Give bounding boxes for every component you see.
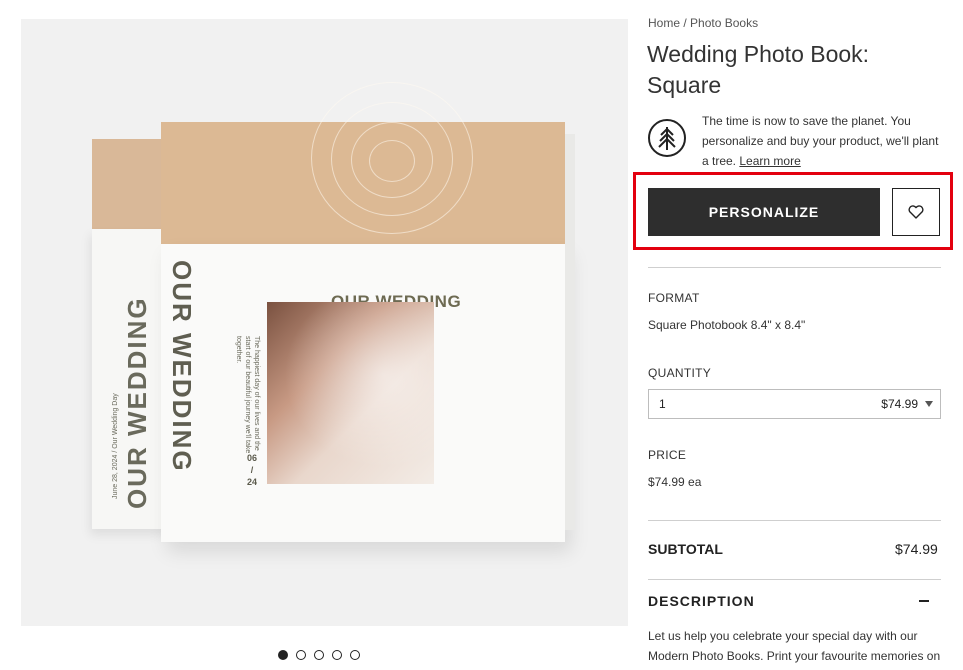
- carousel-dot-5[interactable]: [350, 650, 360, 660]
- cover-caption: The happiest day of our lives and the st…: [235, 336, 260, 454]
- product-image[interactable]: OUR WEDDING June 28, 2024 / Our Wedding …: [21, 19, 628, 626]
- quantity-price: $74.99: [881, 397, 918, 411]
- price-value: $74.99 ea: [648, 475, 702, 489]
- divider: [648, 520, 941, 521]
- eco-message: The time is now to save the planet. You …: [702, 111, 942, 171]
- couple-photo: [267, 302, 434, 484]
- carousel-dot-1[interactable]: [278, 650, 288, 660]
- subtotal-label: SUBTOTAL: [648, 541, 723, 557]
- quantity-select[interactable]: 1 $74.99: [648, 389, 941, 419]
- cover-spine-title: OUR WEDDING: [167, 260, 197, 473]
- main-book: OUR WEDDING OUR WEDDING The happiest day…: [161, 82, 575, 542]
- format-label: FORMAT: [648, 291, 700, 305]
- wood-texture: [161, 82, 565, 244]
- breadcrumb: Home / Photo Books: [648, 16, 758, 30]
- description-toggle[interactable]: DESCRIPTION: [648, 593, 755, 609]
- spine-subtitle: June 28, 2024 / Our Wedding Day: [112, 393, 119, 499]
- divider: [648, 267, 941, 268]
- format-value: Square Photobook 8.4" x 8.4": [648, 318, 806, 332]
- chevron-down-icon: [925, 401, 933, 407]
- quantity-value: 1: [659, 397, 666, 411]
- learn-more-link[interactable]: Learn more: [739, 154, 800, 168]
- divider: [648, 579, 941, 580]
- carousel-dot-4[interactable]: [332, 650, 342, 660]
- personalize-button[interactable]: PERSONALIZE: [648, 188, 880, 236]
- cover-date: 06 / 24: [246, 453, 257, 487]
- price-label: PRICE: [648, 448, 687, 462]
- spine-title: OUR WEDDING: [122, 296, 152, 509]
- breadcrumb-separator: /: [683, 16, 687, 30]
- eco-text: The time is now to save the planet. You …: [702, 114, 939, 168]
- description-text: Let us help you celebrate your special d…: [648, 629, 941, 663]
- quantity-label: QUANTITY: [648, 366, 712, 380]
- breadcrumb-home[interactable]: Home: [648, 16, 680, 30]
- wishlist-button[interactable]: [892, 188, 940, 236]
- collapse-icon[interactable]: [919, 600, 929, 602]
- heart-icon: [893, 205, 939, 219]
- tree-icon: [648, 119, 686, 157]
- page-title: Wedding Photo Book: Square: [647, 41, 870, 98]
- subtotal-value: $74.99: [895, 541, 938, 557]
- carousel-dots: [278, 650, 360, 660]
- carousel-dot-3[interactable]: [314, 650, 324, 660]
- breadcrumb-current[interactable]: Photo Books: [690, 16, 758, 30]
- carousel-dot-2[interactable]: [296, 650, 306, 660]
